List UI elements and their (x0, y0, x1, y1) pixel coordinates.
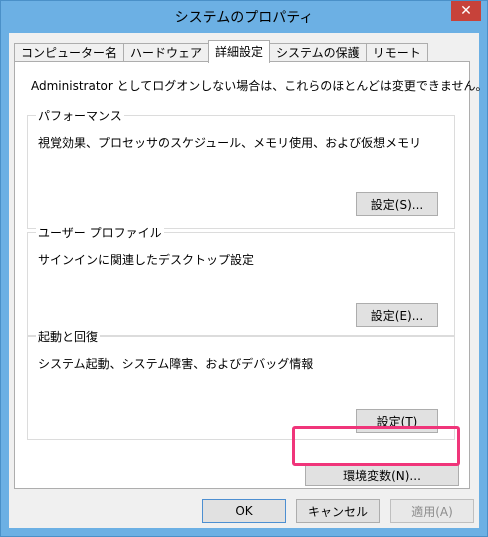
close-button[interactable]: ✕ (451, 1, 481, 21)
dialog-client-area: コンピューター名 ハードウェア 詳細設定 システムの保護 リモート Admini… (9, 33, 488, 528)
cancel-button[interactable]: キャンセル (296, 499, 380, 523)
user-profiles-description: サインインに関連したデスクトップ設定 (38, 253, 255, 267)
performance-group: パフォーマンス 視覚効果、プロセッサのスケジュール、メモリ使用、および仮想メモリ… (27, 107, 455, 229)
tab-system-protection[interactable]: システムの保護 (269, 43, 367, 63)
startup-recovery-group: 起動と回復 システム起動、システム障害、およびデバッグ情報 設定(T) (27, 328, 455, 440)
user-profiles-settings-button[interactable]: 設定(E)... (356, 303, 438, 327)
system-properties-window: システムのプロパティ ✕ コンピューター名 ハードウェア 詳細設定 システムの保… (0, 0, 488, 537)
tab-computer-name[interactable]: コンピューター名 (14, 43, 125, 63)
admin-notice: Administrator としてログオンしない場合は、これらのほとんどは変更で… (31, 79, 488, 93)
tab-strip: コンピューター名 ハードウェア 詳細設定 システムの保護 リモート (14, 40, 428, 63)
window-title: システムのプロパティ (174, 10, 314, 26)
user-profiles-group: ユーザー プロファイル サインインに関連したデスクトップ設定 設定(E)... (27, 224, 455, 336)
performance-group-title: パフォーマンス (36, 107, 124, 124)
user-profiles-group-title: ユーザー プロファイル (36, 224, 164, 241)
tab-remote[interactable]: リモート (365, 43, 428, 63)
advanced-tab-panel: Administrator としてログオンしない場合は、これらのほとんどは変更で… (14, 61, 488, 489)
ok-button[interactable]: OK (202, 499, 286, 523)
tab-advanced[interactable]: 詳細設定 (208, 40, 271, 63)
startup-recovery-description: システム起動、システム障害、およびデバッグ情報 (38, 357, 314, 371)
highlight-annotation (292, 426, 460, 466)
performance-description: 視覚効果、プロセッサのスケジュール、メモリ使用、および仮想メモリ (38, 136, 422, 150)
tab-hardware[interactable]: ハードウェア (123, 43, 210, 63)
startup-recovery-group-title: 起動と回復 (36, 328, 101, 345)
close-icon: ✕ (460, 3, 472, 19)
title-bar[interactable]: システムのプロパティ ✕ (1, 1, 487, 33)
performance-settings-button[interactable]: 設定(S)... (356, 192, 438, 216)
environment-variables-button[interactable]: 環境変数(N)... (305, 464, 459, 486)
apply-button[interactable]: 適用(A) (390, 499, 474, 523)
